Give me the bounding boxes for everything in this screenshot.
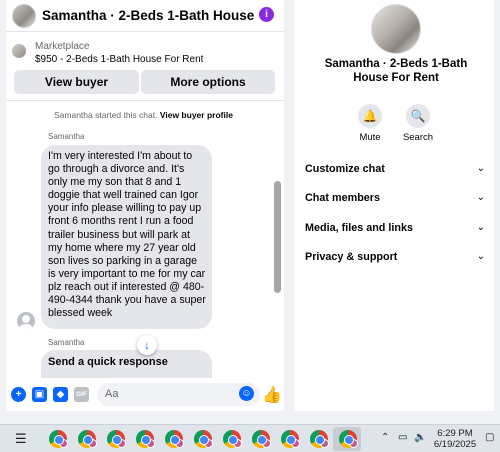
widgets-icon[interactable]: ☰ xyxy=(15,431,27,447)
quick-response-card[interactable]: Send a quick response xyxy=(41,350,212,378)
scroll-down-icon[interactable]: ↓ xyxy=(137,335,157,355)
message-sender: Samantha xyxy=(48,338,85,347)
section-label: Media, files and links xyxy=(305,222,414,234)
emoji-icon[interactable]: ☺ xyxy=(239,386,254,401)
search-icon: 🔍 xyxy=(406,104,430,128)
chrome-icon[interactable] xyxy=(223,430,242,448)
chrome-icon[interactable] xyxy=(339,430,358,448)
chat-header[interactable]: Samantha · 2-Beds 1-Bath House Fo... i xyxy=(6,0,284,32)
battery-icon[interactable]: ▭ xyxy=(398,432,407,443)
chrome-icon[interactable] xyxy=(310,430,329,448)
view-buyer-profile-link[interactable]: View buyer profile xyxy=(160,110,233,120)
thumbs-up-icon[interactable]: 👍 xyxy=(262,385,282,405)
scrollbar[interactable] xyxy=(274,181,281,293)
chrome-icon[interactable] xyxy=(165,430,184,448)
chrome-icon[interactable] xyxy=(252,430,271,448)
message-list[interactable]: Samantha started this chat. View buyer p… xyxy=(6,100,284,378)
info-icon[interactable]: i xyxy=(259,7,274,22)
view-buyer-button[interactable]: View buyer xyxy=(14,70,139,94)
message-bubble: I'm very interested I'm about to go thro… xyxy=(41,145,212,329)
gif-icon[interactable]: GIF xyxy=(74,387,89,402)
chrome-icon[interactable] xyxy=(78,430,97,448)
section-label: Chat members xyxy=(305,192,381,204)
notification-icon[interactable]: ▢ xyxy=(485,432,494,443)
chrome-icon[interactable] xyxy=(107,430,126,448)
chevron-down-icon: ⌄ xyxy=(476,251,485,262)
section-chat-members[interactable]: Chat members ⌄ xyxy=(305,192,485,204)
taskbar: ☰ ⌃ ▭ 🔈 6:29 PM 6/19/2025 ▢ xyxy=(0,424,500,452)
search-label: Search xyxy=(402,132,434,143)
clock-time: 6:29 PM xyxy=(437,428,473,439)
section-label: Privacy & support xyxy=(305,251,398,263)
listing-photo xyxy=(371,4,421,54)
chat-info-panel: Samantha · 2-Beds 1-Bath House For Rent … xyxy=(294,0,494,411)
chevron-down-icon: ⌄ xyxy=(476,163,485,174)
chat-title[interactable]: Samantha · 2-Beds 1-Bath House Fo... xyxy=(42,8,257,23)
chevron-down-icon: ⌄ xyxy=(476,222,485,233)
chrome-icon[interactable] xyxy=(49,430,68,448)
section-media-files-links[interactable]: Media, files and links ⌄ xyxy=(305,222,485,234)
marketplace-listing[interactable]: Marketplace $950 - 2-Beds 1-Bath House F… xyxy=(12,40,278,68)
message-input[interactable]: Aa xyxy=(97,383,260,406)
chrome-icon[interactable] xyxy=(136,430,155,448)
chat-panel: Samantha · 2-Beds 1-Bath House Fo... i M… xyxy=(6,0,284,411)
chevron-down-icon: ⌄ xyxy=(476,192,485,203)
sticker-icon[interactable]: ◆ xyxy=(53,387,68,402)
chrome-icon[interactable] xyxy=(281,430,300,448)
more-options-button[interactable]: More options xyxy=(141,70,275,94)
search-button[interactable]: 🔍 Search xyxy=(398,104,438,143)
section-label: Customize chat xyxy=(305,163,385,175)
composer: + ▣ ◆ GIF Aa ☺ 👍 xyxy=(6,378,284,411)
plus-icon[interactable]: + xyxy=(11,387,26,402)
bell-icon: 🔔 xyxy=(358,104,382,128)
marketplace-label: Marketplace xyxy=(35,41,90,52)
photo-icon[interactable]: ▣ xyxy=(32,387,47,402)
listing-thumbnail xyxy=(12,3,36,28)
section-privacy-support[interactable]: Privacy & support ⌄ xyxy=(305,251,485,263)
section-customize-chat[interactable]: Customize chat ⌄ xyxy=(305,163,485,175)
mute-button[interactable]: 🔔 Mute xyxy=(350,104,390,143)
mute-label: Mute xyxy=(359,132,381,143)
clock-date: 6/19/2025 xyxy=(433,439,477,450)
listing-icon xyxy=(12,44,26,58)
chat-started-notice: Samantha started this chat. View buyer p… xyxy=(54,110,233,120)
chevron-up-icon[interactable]: ⌃ xyxy=(381,432,389,443)
avatar[interactable] xyxy=(17,312,35,330)
listing-title: $950 - 2-Beds 1-Bath House For Rent xyxy=(35,54,204,65)
system-text: Samantha started this chat. xyxy=(54,110,158,120)
message-sender: Samantha xyxy=(48,132,85,141)
chrome-icon[interactable] xyxy=(194,430,213,448)
info-title: Samantha · 2-Beds 1-Bath House For Rent xyxy=(324,58,468,84)
volume-icon[interactable]: 🔈 xyxy=(414,432,426,443)
clock[interactable]: 6:29 PM 6/19/2025 xyxy=(430,428,480,450)
